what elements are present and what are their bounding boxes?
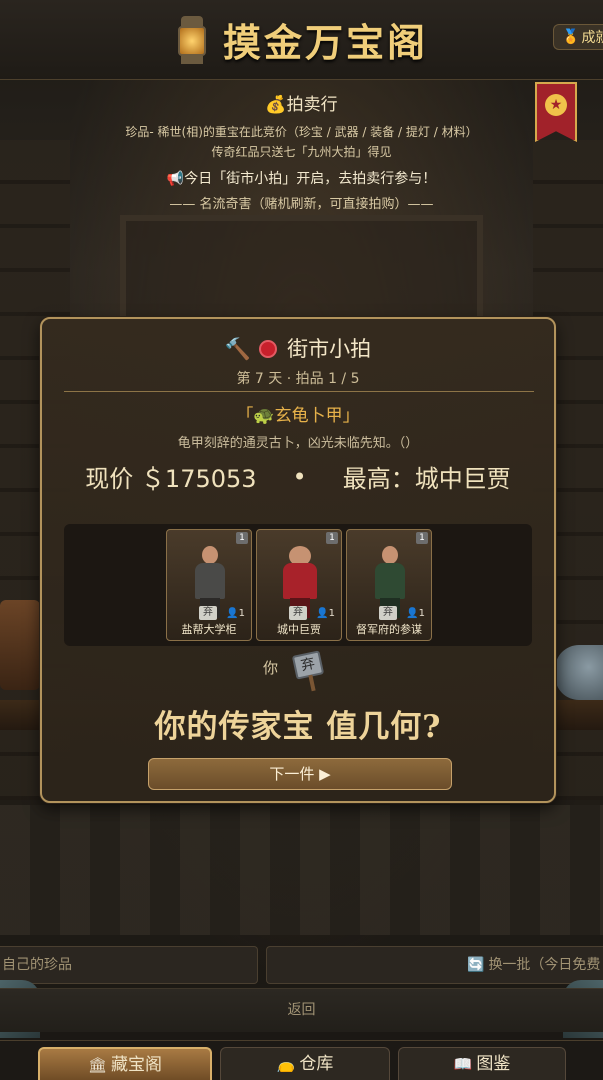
person-icon: 👤: [406, 608, 419, 619]
bid-count: 👤1: [406, 608, 425, 619]
tab-label: 仓库: [299, 1054, 334, 1074]
pass-tag-icon: 弃: [289, 606, 307, 620]
tab-treasure-pavilion[interactable]: 🏛 藏宝阁: [38, 1047, 212, 1080]
tab-warehouse[interactable]: 👝 仓库: [220, 1047, 390, 1080]
lot-icon: [259, 340, 278, 358]
bottom-actions: 自己的珍品 🔄 换一批（今日免费: [0, 946, 603, 986]
panel-subtitle: 第 7 天 · 拍品 1 / 5: [236, 371, 360, 387]
megaphone-icon: 📢: [166, 171, 185, 187]
bidder-card[interactable]: 1 弃 👤1 城中巨贾: [256, 529, 342, 641]
pass-tag-icon: 弃: [379, 606, 397, 620]
tab-catalog[interactable]: 📖 图鉴: [398, 1047, 566, 1080]
pass-sign-button[interactable]: 弃: [291, 650, 326, 692]
background-gavel: [0, 600, 40, 690]
auction-heading: 拍卖行: [286, 95, 338, 115]
achievement-label: 成就: [581, 30, 603, 46]
you-label: 你: [263, 659, 279, 677]
bidder-name: 盐帮大学柜: [181, 623, 237, 636]
bidder-card[interactable]: 1 弃 👤1 督军府的参谋: [346, 529, 432, 641]
panel-header: 🔨 街市小拍: [42, 333, 554, 363]
tab-bar: 🏛 藏宝阁 👝 仓库 📖 图鉴: [0, 1040, 603, 1080]
tab-label: 藏宝阁: [111, 1055, 163, 1075]
auction-info: 💰拍卖行 珍品- 稀世(相)的重宝在此竞价（珍宝 / 武器 / 装备 / 提灯 …: [0, 90, 603, 212]
price-row: 现价 ＄175053 • 最高：城中巨贾: [42, 459, 554, 494]
item-description: 龟甲刻辞的通灵古卜，凶光未临先知。（）: [177, 436, 419, 451]
divider: [64, 391, 534, 392]
bidders-area: 1 弃 👤1 盐帮大学柜 1 弃 👤1 城中巨贾 1 弃 👤1 督军府的参谋: [64, 524, 532, 646]
auction-desc-line1: 珍品- 稀世(相)的重宝在此竞价（珍宝 / 武器 / 装备 / 提灯 / 材料）: [125, 125, 478, 139]
person-icon: 👤: [226, 608, 239, 619]
tab-label: 图鉴: [476, 1054, 511, 1074]
panel-title: 街市小拍: [287, 337, 372, 361]
hammer-icon: 🔨: [224, 337, 252, 361]
slogan: 你的传家宝 值几何?: [154, 709, 442, 745]
background-bowl: [555, 645, 603, 700]
bidder-badge: 1: [326, 532, 338, 544]
my-treasures-field[interactable]: 自己的珍品: [0, 946, 258, 984]
book-icon: 📖: [453, 1055, 473, 1073]
bidder-name: 城中巨贾: [277, 623, 321, 636]
lantern-icon: [175, 15, 209, 64]
current-price: 现价 ＄175053: [85, 465, 257, 493]
money-bag-icon: 💰: [265, 95, 287, 115]
bid-count: 👤1: [226, 608, 245, 619]
header-bar: 摸金万宝阁: [0, 0, 603, 80]
bidder-name: 督军府的参谋: [356, 623, 422, 636]
refresh-label: 换一批（今日免费: [488, 957, 601, 973]
page-title: 摸金万宝阁: [222, 20, 428, 65]
auction-panel: 🔨 街市小拍 第 7 天 · 拍品 1 / 5 「🐢玄龟卜甲」 龟甲刻辞的通灵古卜…: [40, 317, 556, 803]
background-carving: [0, 805, 603, 935]
achievement-button[interactable]: 🏅 成就: [553, 24, 603, 50]
announcement-text: 今日「街市小拍」开启，去拍卖行参与！: [184, 171, 437, 187]
bid-count: 👤1: [316, 608, 335, 619]
next-item-button[interactable]: 下一件 ▶: [148, 758, 452, 790]
collector-line: —— 名流奇害（赌机刷新，可直接拍购）——: [169, 197, 434, 212]
turtle-icon: 🐢: [253, 406, 275, 426]
bidder-badge: 1: [416, 532, 428, 544]
bidder-card[interactable]: 1 弃 👤1 盐帮大学柜: [166, 529, 252, 641]
pass-tag-icon: 弃: [199, 606, 217, 620]
temple-icon: 🏛: [87, 1056, 108, 1074]
person-icon: 👤: [316, 608, 329, 619]
medal-icon: 🏅: [562, 29, 580, 45]
top-bidder: 最高：城中巨贾: [342, 465, 511, 493]
refresh-icon: 🔄: [467, 957, 485, 973]
bag-icon: 👝: [276, 1055, 296, 1073]
item-name-row: 「🐢玄龟卜甲」: [236, 406, 360, 426]
back-button[interactable]: 返回: [0, 999, 603, 1019]
refresh-batch-button[interactable]: 🔄 换一批（今日免费: [266, 946, 603, 984]
announcement-link[interactable]: 📢今日「街市小拍」开启，去拍卖行参与！: [0, 168, 603, 188]
item-name: 玄龟卜甲: [274, 406, 343, 426]
bidder-badge: 1: [236, 532, 248, 544]
auction-desc-line2: 传奇红品只送七「九州大拍」得见: [211, 145, 392, 159]
price-separator: •: [292, 462, 307, 491]
